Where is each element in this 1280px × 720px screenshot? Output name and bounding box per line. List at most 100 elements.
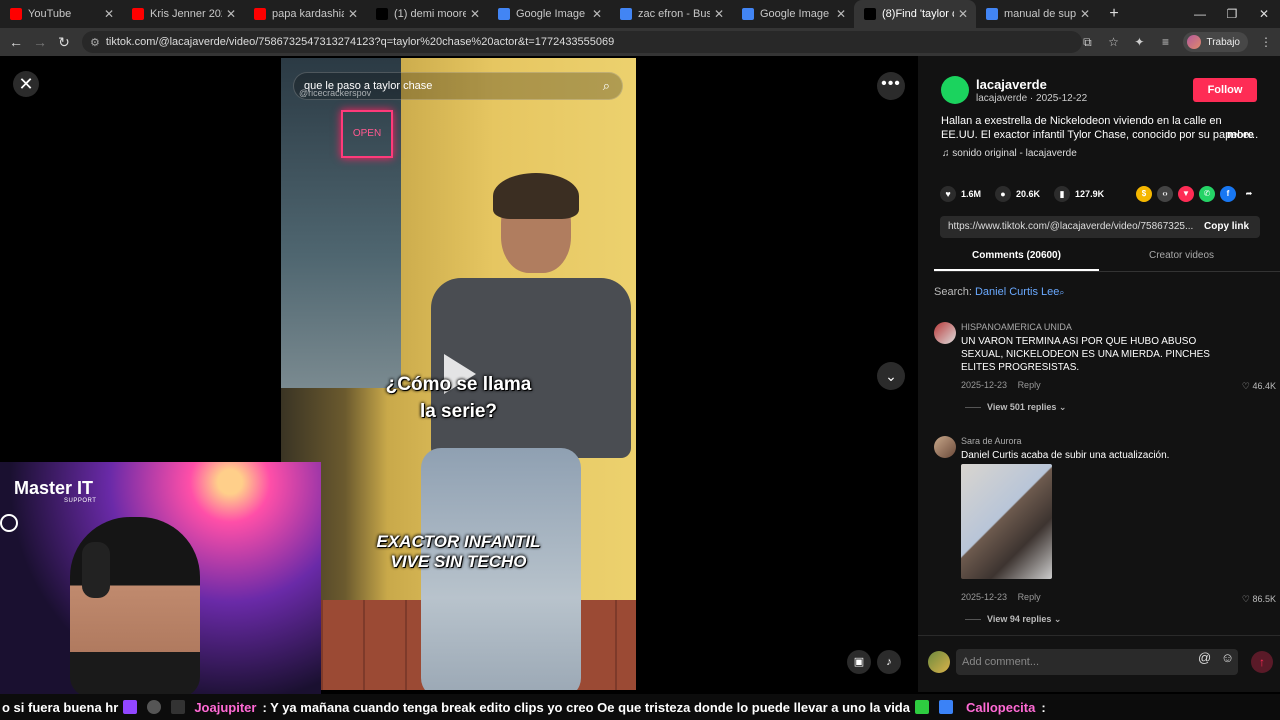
close-tab-icon[interactable]: ✕ xyxy=(836,7,846,21)
close-tab-icon[interactable]: ✕ xyxy=(348,7,358,21)
send-comment-icon[interactable]: ↑ xyxy=(1251,651,1273,673)
picture-in-picture-icon[interactable]: ▣ xyxy=(847,650,871,674)
video-person-hair xyxy=(493,173,579,219)
close-tab-icon[interactable]: ✕ xyxy=(226,7,236,21)
tab-comments[interactable]: Comments (20600) xyxy=(934,250,1099,271)
close-tab-icon[interactable]: ✕ xyxy=(714,7,724,21)
commenter-avatar[interactable] xyxy=(934,436,956,458)
comment-like-button[interactable]: ♡ 86.5K xyxy=(1242,594,1276,605)
mention-icon[interactable]: @ xyxy=(1198,650,1211,665)
restore-icon[interactable]: ❐ xyxy=(1216,7,1248,21)
master-it-logo-sub: SUPPORT xyxy=(64,498,97,504)
search-prefix: Search: xyxy=(934,286,972,298)
share-buttons: $ ‹› ▼ ✆ f ➦ xyxy=(1136,186,1257,202)
post-description: Hallan a exestrella de Nickelodeon vivie… xyxy=(941,115,1259,141)
close-tab-icon[interactable]: ✕ xyxy=(1080,7,1090,21)
view-replies-button[interactable]: View 94 replies ⌄ xyxy=(965,614,1061,625)
browser-tab[interactable]: (1) demi moore - Bus ✕ xyxy=(366,0,488,28)
view-replies-button[interactable]: View 501 replies ⌄ xyxy=(965,402,1066,413)
browser-tab-bar: YouTube✕Kris Jenner 2025 Face✕papa karda… xyxy=(0,0,1280,28)
google-icon xyxy=(498,8,510,20)
chat-message: : Y ya mañana cuando tenga break edito c… xyxy=(262,699,910,715)
comment-text: Daniel Curtis acaba de subir una actuali… xyxy=(961,450,1170,461)
reload-icon[interactable]: ↻ xyxy=(52,34,76,51)
reply-button[interactable]: Reply xyxy=(1018,380,1041,390)
profile-button[interactable]: Trabajo xyxy=(1183,32,1248,52)
whatsapp-icon[interactable]: ✆ xyxy=(1199,186,1215,202)
author-avatar[interactable] xyxy=(941,76,969,104)
close-tab-icon[interactable]: ✕ xyxy=(958,7,968,21)
bookmark-star-icon[interactable]: ☆ xyxy=(1105,35,1121,49)
description-more-link[interactable]: more xyxy=(1227,129,1254,141)
install-app-icon[interactable]: ⧉ xyxy=(1079,35,1095,50)
search-icon[interactable]: ⌕ xyxy=(603,78,610,94)
video-caption-line2: la serie? xyxy=(419,401,498,422)
embed-code-icon[interactable]: ‹› xyxy=(1157,186,1173,202)
streamer-webcam: Master IT SUPPORT xyxy=(0,462,321,694)
forward-icon[interactable]: → xyxy=(28,34,52,50)
browser-tab[interactable]: YouTube ✕ xyxy=(0,0,122,28)
copy-link-button[interactable]: Copy link xyxy=(1204,216,1249,238)
close-window-icon[interactable]: ✕ xyxy=(1248,7,1280,21)
repost-icon[interactable]: ▼ xyxy=(1178,186,1194,202)
master-it-logo: Master IT xyxy=(14,478,94,498)
like-count: 1.6M xyxy=(961,189,982,199)
sound-link[interactable]: ♫ sonido original - lacajaverde xyxy=(942,148,1077,159)
search-term-link[interactable]: Daniel Curtis Lee xyxy=(975,286,1059,298)
next-video-chevron-icon[interactable]: ⌄ xyxy=(877,362,905,390)
site-info-icon[interactable]: ⚙ xyxy=(90,36,100,49)
comment-bubble-icon[interactable]: ● xyxy=(995,186,1012,202)
close-tab-icon[interactable]: ✕ xyxy=(470,7,480,21)
browser-tab[interactable]: (8)Find 'taylor chase ✕ xyxy=(854,0,976,28)
add-comment-input[interactable]: Add comment... xyxy=(956,649,1238,675)
reply-button[interactable]: Reply xyxy=(1018,592,1041,602)
browser-tab[interactable]: papa kardashian - Yo ✕ xyxy=(244,0,366,28)
commenter-name[interactable]: Sara de Aurora xyxy=(961,436,1022,446)
close-tab-icon[interactable]: ✕ xyxy=(104,7,114,21)
close-tab-icon[interactable]: ✕ xyxy=(592,7,602,21)
video-caption-line3: EXACTOR INFANTIL xyxy=(376,532,541,551)
browser-tab[interactable]: zac efron - Buscar co ✕ xyxy=(610,0,732,28)
new-tab-icon[interactable]: + xyxy=(1102,5,1126,23)
sub-badge-icon xyxy=(123,700,138,714)
video-watermark: @ricecrackerspov xyxy=(299,88,372,98)
close-video-icon[interactable]: ✕ xyxy=(13,71,39,97)
video-player[interactable]: OPEN que le paso a taylor chase ⌕ @ricec… xyxy=(281,58,636,690)
author-handle-date: lacajaverde · 2025-12-22 xyxy=(976,93,1088,104)
tab-label: papa kardashian - Yo xyxy=(272,8,344,20)
save-count: 127.9K xyxy=(1075,189,1105,199)
extensions-icon[interactable]: ✦ xyxy=(1131,35,1147,49)
chrome-menu-icon[interactable]: ⋮ xyxy=(1258,35,1274,49)
media-controls-icon[interactable]: ≡ xyxy=(1157,35,1173,49)
bookmark-icon[interactable]: ▮ xyxy=(1054,186,1071,202)
tab-label: Google Image Result xyxy=(760,8,832,20)
emote-icon xyxy=(938,700,953,714)
comment-search-suggestion[interactable]: Search: Daniel Curtis Lee⌕ xyxy=(934,286,1064,298)
browser-tab[interactable]: Kris Jenner 2025 Face ✕ xyxy=(122,0,244,28)
mod-badge-icon xyxy=(171,700,186,714)
author-name[interactable]: lacajaverde xyxy=(976,77,1047,92)
url-field[interactable]: ⚙ tiktok.com/@lacajaverde/video/75867325… xyxy=(82,31,1082,53)
window-controls: — ❐ ✕ xyxy=(1184,0,1280,28)
stream-chat-ticker: o si fuera buena hr Joajupiter : Y ya ma… xyxy=(0,694,1280,720)
comment-attached-image[interactable] xyxy=(961,464,1052,579)
emoji-icon[interactable]: ☺ xyxy=(1221,650,1234,665)
cursor-ring-icon xyxy=(0,514,18,532)
volume-icon[interactable]: ♪ xyxy=(877,650,901,674)
facebook-icon[interactable]: f xyxy=(1220,186,1236,202)
more-options-icon[interactable]: ••• xyxy=(877,72,905,100)
commenter-avatar[interactable] xyxy=(934,322,956,344)
back-icon[interactable]: ← xyxy=(4,34,28,50)
browser-tab[interactable]: manual de supervive ✕ xyxy=(976,0,1098,28)
minimize-icon[interactable]: — xyxy=(1184,7,1216,21)
coin-share-icon[interactable]: $ xyxy=(1136,186,1152,202)
like-heart-icon[interactable]: ♥ xyxy=(940,186,956,202)
browser-tab[interactable]: Google Image Result ✕ xyxy=(488,0,610,28)
tab-creator-videos[interactable]: Creator videos xyxy=(1099,250,1264,271)
user-badge-icon xyxy=(147,700,162,714)
browser-tab[interactable]: Google Image Result ✕ xyxy=(732,0,854,28)
follow-button[interactable]: Follow xyxy=(1193,78,1257,102)
comment-like-button[interactable]: ♡ 46.4K xyxy=(1242,381,1276,392)
share-arrow-icon[interactable]: ➦ xyxy=(1241,186,1257,202)
commenter-name[interactable]: HISPANOAMERICA UNIDA xyxy=(961,322,1072,332)
